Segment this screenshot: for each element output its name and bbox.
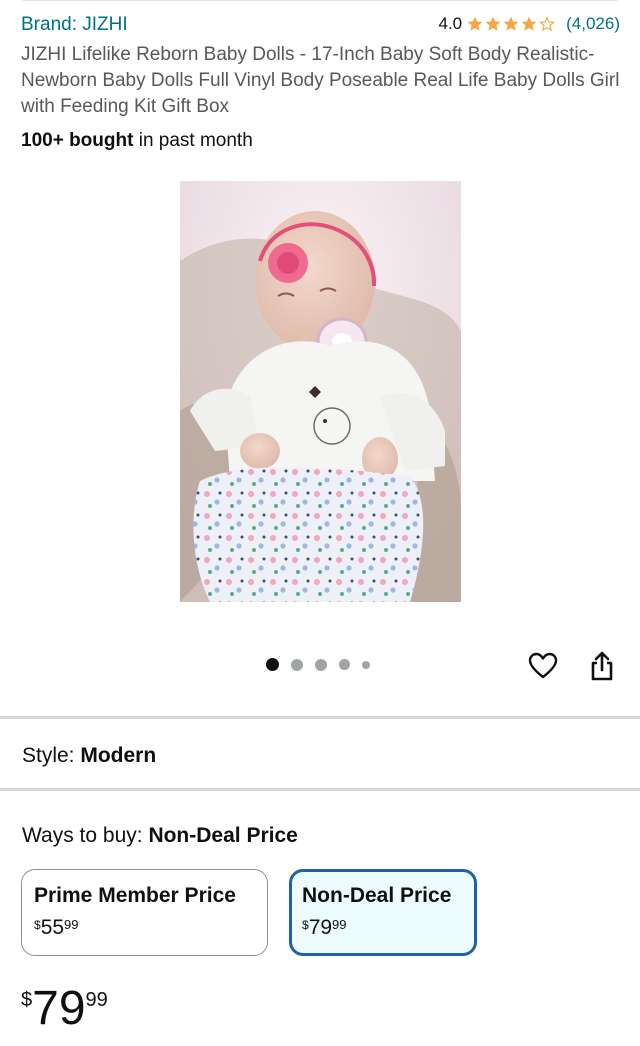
style-label: Style:: [22, 744, 81, 767]
current-price: $7999: [21, 985, 108, 1033]
star-full-icon: [467, 16, 483, 31]
brand-link[interactable]: Brand: JIZHI: [21, 14, 128, 36]
option-title: Non-Deal Price: [302, 884, 452, 907]
heart-icon[interactable]: [528, 651, 558, 681]
star-full-icon: [485, 16, 501, 31]
option-price: $5599: [34, 916, 79, 940]
option-price-cents: 99: [332, 917, 347, 932]
image-carousel-indicators[interactable]: [266, 658, 370, 671]
carousel-dot-3[interactable]: [315, 658, 327, 671]
option-price-whole: 79: [308, 916, 333, 939]
price-cents: 99: [85, 989, 108, 1011]
ways-to-buy-label: Ways to buy:: [22, 824, 149, 847]
option-price-cents: 99: [64, 917, 79, 932]
star-full-icon: [503, 16, 519, 31]
star-rating: [466, 15, 556, 33]
product-image[interactable]: [180, 181, 461, 602]
rating-summary[interactable]: 4.0 (4,026): [438, 14, 620, 34]
option-title: Prime Member Price: [34, 884, 236, 907]
share-icon[interactable]: [588, 650, 616, 682]
section-divider: [0, 716, 640, 719]
rating-count-link[interactable]: (4,026): [566, 14, 620, 34]
product-title: JIZHI Lifelike Reborn Baby Dolls - 17-In…: [21, 44, 620, 117]
carousel-dot-5[interactable]: [362, 660, 370, 669]
option-price: $7999: [302, 916, 347, 940]
option-currency: $: [302, 918, 309, 932]
section-divider: [0, 788, 640, 791]
non-deal-price-option[interactable]: Non-Deal Price $7999: [289, 869, 477, 956]
bought-count-bold: 100+ bought: [21, 130, 134, 151]
bought-count-rest: in past month: [133, 130, 253, 151]
bought-count: 100+ bought in past month: [21, 130, 253, 152]
rating-value: 4.0: [438, 14, 463, 33]
style-selector[interactable]: Style: Modern: [22, 744, 156, 768]
ways-to-buy-selected: Non-Deal Price: [148, 824, 298, 847]
carousel-dot-4[interactable]: [339, 659, 350, 670]
star-full-icon: [521, 16, 537, 31]
option-currency: $: [34, 918, 41, 932]
option-price-whole: 55: [40, 916, 65, 939]
baby-doll-photo: [180, 181, 461, 602]
carousel-dot-1[interactable]: [266, 658, 279, 671]
star-empty-icon: [539, 16, 556, 32]
prime-member-price-option[interactable]: Prime Member Price $5599: [21, 869, 268, 956]
top-divider: [22, 0, 618, 1]
carousel-dot-2[interactable]: [291, 658, 303, 671]
price-whole: 79: [32, 982, 86, 1035]
style-value: Modern: [80, 744, 157, 767]
price-currency: $: [21, 989, 33, 1011]
ways-to-buy-heading: Ways to buy: Non-Deal Price: [22, 824, 298, 848]
